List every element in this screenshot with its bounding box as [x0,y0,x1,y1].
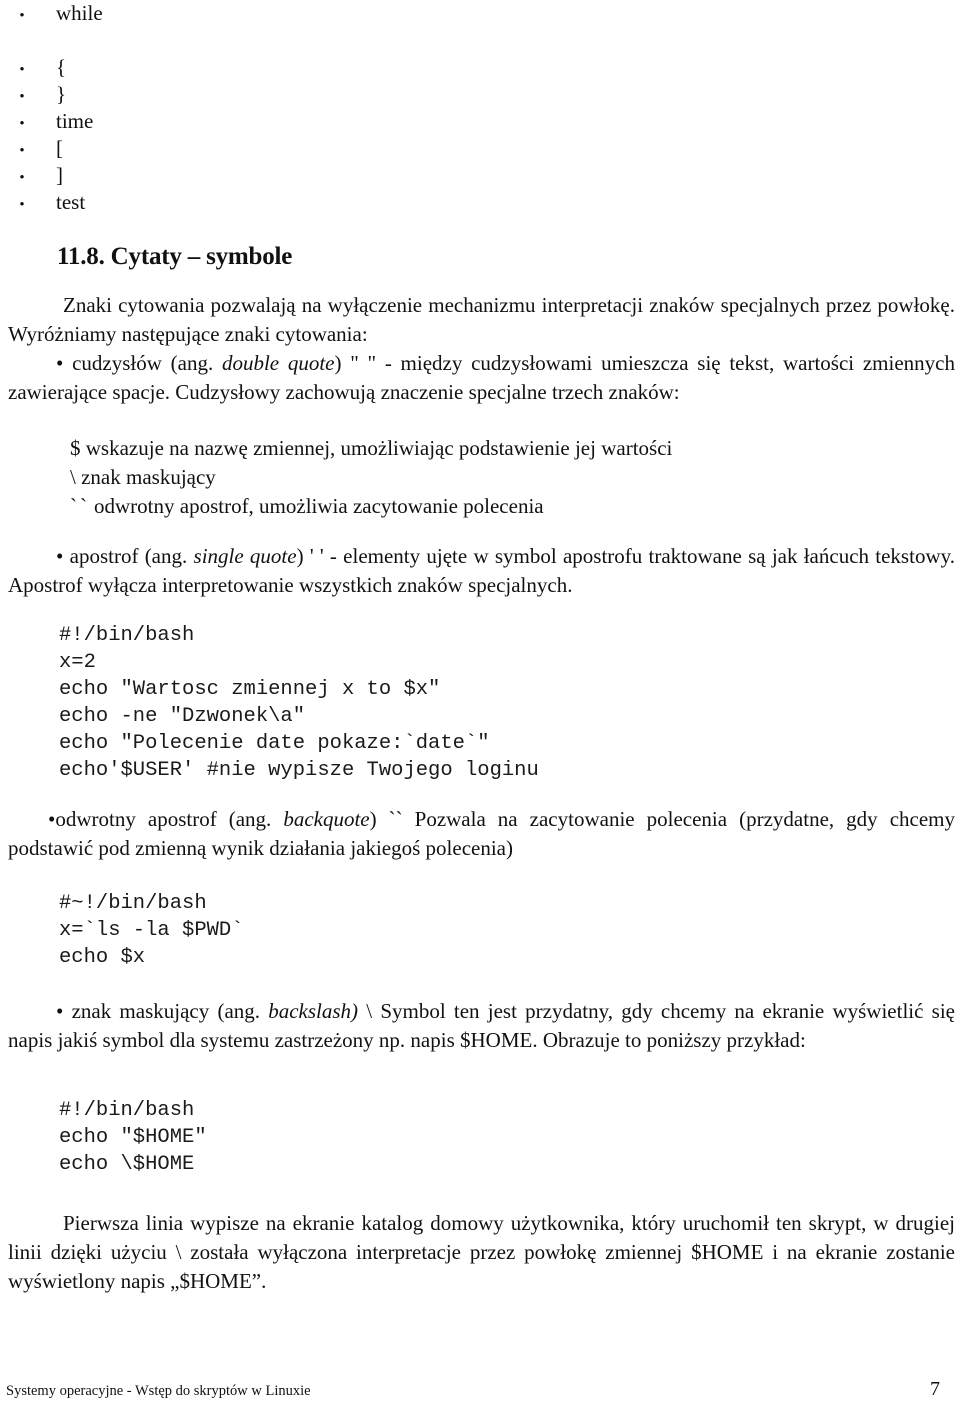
single-quote-lead: apostrof (ang. [69,544,194,568]
list-item-label: } [56,82,67,106]
page-number: 7 [930,1378,940,1400]
single-quote-paragraph: • apostrof (ang. single quote) ' ' - ele… [8,542,955,600]
intro-paragraph-block: Znaki cytowania pozwalają na wyłączenie … [8,291,955,349]
intro-paragraph: Znaki cytowania pozwalają na wyłączenie … [8,293,955,346]
list-item: • [ [8,135,408,162]
backslash-term: backslash) [268,999,359,1023]
closing-paragraph-block: Pierwsza linia wypisze na ekranie katalo… [8,1209,955,1296]
bullet-icon: • [56,351,64,375]
backslash-item-block: • znak maskujący (ang. backslash) \ Symb… [8,997,955,1055]
code-block-quoting-example: #!/bin/bash x=2 echo "Wartosc zmiennej x… [59,624,539,782]
symbol-line: `` odwrotny apostrof, umożliwia zacytowan… [70,492,870,521]
symbol-glyph: $ [70,436,81,460]
list-item: • ] [8,162,408,189]
list-item-label: test [56,190,86,214]
list-item-label: time [56,109,94,133]
symbol-description: znak maskujący [75,465,216,489]
double-quote-term: double quote [221,351,335,375]
symbol-description: odwrotny apostrof, umożliwia zacytowanie… [94,494,544,518]
bullet-icon: • [19,8,25,24]
list-item-label: while [56,1,103,25]
symbol-glyph: `` [70,494,90,518]
backquote-paragraph: •odwrotny apostrof (ang. backquote) `` P… [8,805,955,863]
list-item: • } [8,81,408,108]
closing-paragraph: Pierwsza linia wypisze na ekranie katalo… [8,1211,955,1293]
list-item: • { [8,54,408,81]
code-block-backslash-example: #!/bin/bash echo "$HOME" echo \$HOME [59,1099,207,1176]
single-quote-item-block: • apostrof (ang. single quote) ' ' - ele… [8,542,955,600]
single-quote-term: single quote [193,544,297,568]
bullet-icon: • [19,170,25,186]
special-symbol-list: $ wskazuje na nazwę zmiennej, umożliwiaj… [70,434,870,521]
list-item-label: ] [56,163,63,187]
backquote-item-block: •odwrotny apostrof (ang. backquote) `` P… [8,805,955,863]
backslash-lead: znak maskujący (ang. [63,999,269,1023]
backquote-lead: odwrotny apostrof (ang. [55,807,284,831]
document-page: • while • { • } • time • [ • ] • test 11… [0,0,960,1418]
section-heading: 11.8. Cytaty – symbole [57,243,293,270]
double-quote-item-block: • cudzysłów (ang. double quote) " " - mi… [8,349,955,407]
list-item-label: [ [56,136,63,160]
backslash-paragraph: • znak maskujący (ang. backslash) \ Symb… [8,997,955,1055]
list-item: • test [8,189,408,216]
bullet-icon: • [19,143,25,159]
list-item: • time [8,108,408,135]
list-item-label: { [56,55,67,79]
symbol-line: \ znak maskujący [70,463,870,492]
symbol-description: wskazuje na nazwę zmiennej, umożliwiając… [80,436,673,460]
bullet-icon: • [19,197,25,213]
bullet-icon: • [19,89,25,105]
code-block-backquote-example: #~!/bin/bash x=`ls -la $PWD` echo $x [59,892,244,969]
bullet-icon: • [19,62,25,78]
keyword-bullet-list: • while • { • } • time • [ • ] • test [8,0,408,216]
symbol-line: $ wskazuje na nazwę zmiennej, umożliwiaj… [70,434,870,463]
double-quote-paragraph: • cudzysłów (ang. double quote) " " - mi… [8,349,955,407]
double-quote-lead: cudzysłów (ang. [72,351,222,375]
list-item: • while [8,0,408,27]
bullet-icon: • [19,116,25,132]
footer-text: Systemy operacyjne - Wstęp do skryptów w… [6,1383,311,1399]
backquote-term: backquote [283,807,370,831]
bullet-icon: • [56,544,64,568]
